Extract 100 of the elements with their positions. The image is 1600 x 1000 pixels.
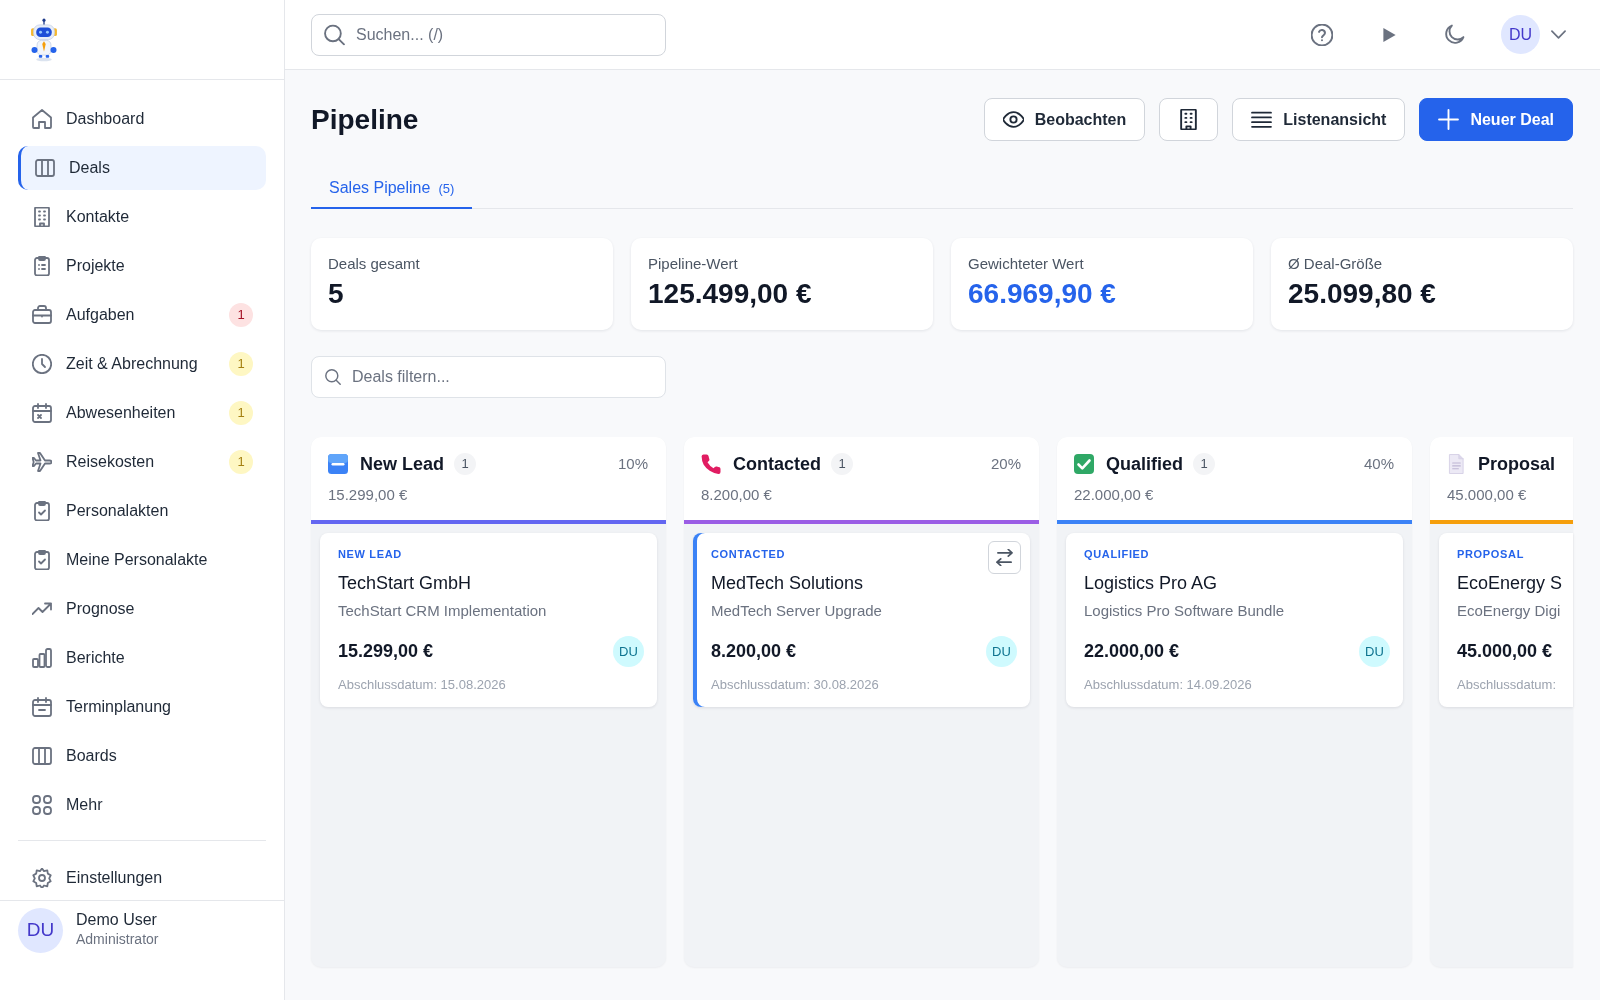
nav-item[interactable]: Projekte [18,244,266,288]
list-icon [1251,109,1273,130]
count-badge: 1 [454,453,477,475]
deal-amount: 8.200,00 € [711,640,797,663]
column-title: Proposal [1477,452,1555,476]
nav-item[interactable]: Kontakte [18,195,266,239]
plane-icon [32,452,52,472]
column-title: Contacted [733,452,821,476]
calendar-icon [32,697,52,717]
nav-item[interactable]: Dashboard [18,97,266,141]
deal-amount: 22.000,00 € [1084,640,1180,663]
probability-text: 20% [990,453,1021,474]
close-date: Abschlussdatum: 30.08.2026 [711,677,879,693]
column-total: 45.000,00 € [1447,485,1527,505]
stage-label: NEW LEAD [338,547,402,561]
nav-item[interactable]: Abwesenheiten 1 [18,391,266,435]
stage-label: PROPOSAL [1457,547,1524,561]
user-name: Demo User [76,910,158,930]
deal-card[interactable]: NEW LEAD TechStart GmbH TechStart CRM Implementation 15.299,00 € DU Abschlussdatum: 15.08.2026 [320,533,657,707]
nav-item[interactable]: Einstellungen [18,866,266,890]
filter-field[interactable]: Deals filtern... [311,356,666,398]
close-date: Abschlussdatum: 15.08.2026 [338,677,506,693]
nav-item[interactable]: Prognose [18,587,266,631]
stat-value: 5 [328,278,344,310]
deal-company: TechStart GmbH [338,572,472,594]
column-title: New Lead [360,452,445,476]
action-button[interactable]: Listenansicht [1232,98,1406,141]
action-button[interactable]: Beobachten [983,98,1146,141]
search-field[interactable]: Suchen... (/) [311,13,666,56]
deal-card[interactable]: QUALIFIED Logistics Pro AG Logistics Pro Software Bundle 22.000,00 € DU Abschlussdatum: 14.09.2026 [1066,533,1403,707]
stat-label: Deals gesamt [328,254,420,274]
owner-avatar: DU [1359,636,1390,667]
user-role: Administrator [76,930,159,949]
column-total: 15.299,00 € [328,485,408,505]
nav-item[interactable]: Zeit & Abrechnung 1 [18,342,266,386]
stat-label: Ø Deal-Größe [1288,254,1383,274]
nav-item[interactable]: Boards [18,734,266,778]
calendar-icon [32,403,52,423]
gear-icon [32,868,52,888]
nav-item[interactable]: Aufgaben 1 [18,293,266,337]
deal-amount: 45.000,00 € [1457,640,1553,663]
stat-value: 25.099,80 € [1288,278,1436,310]
probability-text: 10% [617,453,648,474]
help-icon[interactable] [1311,23,1333,46]
nav-item[interactable]: Meine Personalakte [18,538,266,582]
deal-card[interactable]: CONTACTED MedTech Solutions MedTech Server Upgrade 8.200,00 € DU Abschlussdatum: 30.08.2026 [693,533,1030,707]
deal-title: Logistics Pro Software Bundle [1084,601,1285,621]
user-avatar[interactable]: DU [18,908,63,953]
house-icon [32,109,52,129]
stat-value: 66.969,90 € [968,278,1116,310]
stage-label: CONTACTED [711,547,786,561]
deal-title: TechStart CRM Implementation [338,601,547,621]
nav-item[interactable]: Mehr [18,783,266,827]
columns-icon [35,158,55,178]
nav-item[interactable]: Deals [18,146,266,190]
columns-icon [32,746,52,766]
count-badge: 1 [831,453,853,475]
eye-icon [1002,109,1024,130]
page-title: Pipeline [311,102,419,137]
stage-label: QUALIFIED [1084,547,1150,561]
stat-label: Gewichteter Wert [968,254,1084,274]
bar-chart-icon [32,648,52,668]
building-icon [32,207,52,227]
clipboard-icon [32,256,52,276]
column-total: 8.200,00 € [701,485,772,505]
moon-icon[interactable] [1444,24,1465,45]
tab[interactable]: Sales Pipeline (5) [311,168,473,209]
clipboard-check-icon [32,550,52,570]
search-icon [324,24,345,45]
move-button[interactable] [988,541,1021,574]
swap-arrows-icon [996,549,1013,566]
deal-card[interactable]: PROPOSAL EcoEnergy S EcoEnergy Digi 45.000,00 € Abschlussdatum: [1439,533,1573,707]
robot-logo[interactable] [28,17,60,62]
plus-icon [1438,109,1460,130]
stat-value: 125.499,00 € [648,278,812,310]
user-avatar[interactable]: DU [1501,15,1540,54]
action-button[interactable]: Neuer Deal [1419,98,1573,141]
nav-item[interactable]: Terminplanung [18,685,266,729]
nav-item[interactable]: Reisekosten 1 [18,440,266,484]
tile-icon [328,454,348,474]
nav-item[interactable]: Berichte [18,636,266,680]
phone-icon [701,454,721,474]
count-badge: 1 [229,450,253,474]
nav-item[interactable]: Personalakten [18,489,266,533]
check-box-icon [1074,454,1094,474]
count-badge: 1 [229,303,253,327]
count-badge: 1 [1193,453,1215,475]
deal-title: MedTech Server Upgrade [711,601,882,621]
close-date: Abschlussdatum: [1457,677,1556,693]
briefcase-icon [32,305,52,325]
owner-avatar: DU [986,636,1017,667]
deal-title: EcoEnergy Digi [1457,601,1561,621]
deal-amount: 15.299,00 € [338,640,434,663]
column-title: Qualified [1106,452,1183,476]
play-icon[interactable] [1383,27,1396,42]
stat-label: Pipeline-Wert [648,254,738,274]
chevron-down-icon[interactable] [1551,30,1566,39]
deal-company: EcoEnergy S [1457,572,1563,594]
search-icon [325,369,341,385]
icon-button[interactable] [1159,98,1219,141]
